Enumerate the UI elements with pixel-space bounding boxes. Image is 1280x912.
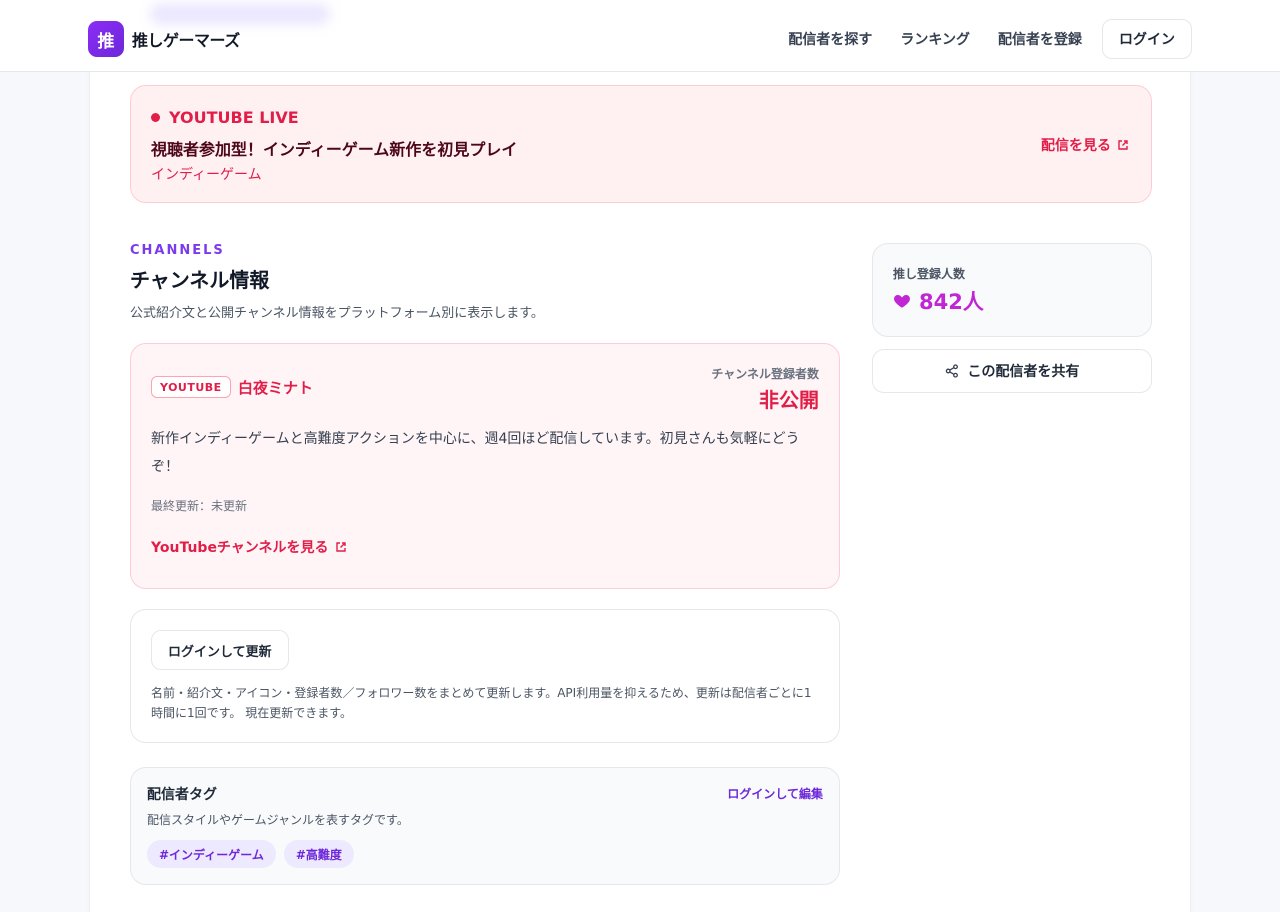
youtube-channel-card: YOUTUBE 白夜ミナト チャンネル登録者数 非公開 新作インディーゲームと高… [130, 343, 840, 589]
streamer-tags-card: 配信者タグ ログインして編集 配信スタイルやゲームジャンルを表すタグです。 #イ… [130, 767, 840, 885]
section-eyebrow: CHANNELS [130, 243, 225, 258]
external-link-icon [1118, 140, 1128, 150]
brand-name: 推しゲーマーズ [132, 31, 240, 50]
tags-title: 配信者タグ [147, 787, 217, 803]
streamer-detail-panel: YOUTUBE LIVE 視聴者参加型！インディーゲーム新作を初見プレイ インデ… [89, 72, 1191, 912]
section-title: チャンネル情報 [130, 268, 270, 292]
live-platform-label: YOUTUBE LIVE [169, 108, 299, 127]
live-banner: YOUTUBE LIVE 視聴者参加型！インディーゲーム新作を初見プレイ インデ… [130, 85, 1152, 203]
oshi-count-label: 推し登録人数 [893, 267, 966, 281]
share-streamer-button[interactable]: この配信者を共有 [872, 349, 1152, 393]
heart-icon [894, 295, 910, 308]
live-stream-genre: インディーゲーム [151, 167, 262, 183]
brand-logo-icon: 推 [88, 21, 124, 57]
platform-badge: YOUTUBE [151, 376, 231, 398]
live-badge: YOUTUBE LIVE [151, 108, 299, 127]
oshi-count-card: 推し登録人数 842人 [872, 243, 1152, 337]
channel-name: 白夜ミナト [238, 379, 314, 397]
login-button[interactable]: ログイン [1102, 19, 1192, 59]
nav-ranking[interactable]: ランキング [900, 29, 970, 49]
tag-list: #インディーゲーム #高難度 [147, 840, 362, 868]
oshi-count: 842人 [893, 286, 984, 316]
channel-description: 新作インディーゲームと高難度アクションを中心に、週4回ほど配信しています。初見さ… [151, 431, 800, 475]
login-to-edit-link[interactable]: ログインして編集 [727, 785, 823, 802]
brand-home-link[interactable]: 推 推しゲーマーズ [88, 21, 240, 57]
youtube-channel-link[interactable]: YouTubeチャンネルを見る [151, 537, 347, 557]
watch-stream-link[interactable]: 配信を見る [1041, 135, 1129, 155]
tag-chip[interactable]: #インディーゲーム [147, 840, 276, 868]
nav-register-streamer[interactable]: 配信者を登録 [998, 29, 1082, 49]
live-stream-title: 視聴者参加型！インディーゲーム新作を初見プレイ [151, 140, 518, 159]
refresh-note: 名前・紹介文・アイコン・登録者数／フォロワー数をまとめて更新します。API利用量… [151, 686, 812, 720]
youtube-channel-link-label: YouTubeチャンネルを見る [151, 540, 329, 556]
refresh-card: ログインして更新 名前・紹介文・アイコン・登録者数／フォロワー数をまとめて更新し… [130, 609, 840, 743]
tag-chip[interactable]: #高難度 [283, 840, 354, 868]
watch-stream-label: 配信を見る [1041, 138, 1111, 154]
share-icon [945, 364, 958, 378]
last-updated: 最終更新：未更新 [151, 499, 248, 513]
tags-description: 配信スタイルやゲームジャンルを表すタグです。 [147, 813, 409, 827]
live-dot-icon [151, 113, 160, 122]
external-link-icon [335, 542, 346, 552]
share-label: この配信者を共有 [967, 363, 1080, 379]
site-header: 推 推しゲーマーズ 配信者を探す ランキング 配信者を登録 ログイン [0, 0, 1280, 72]
section-description: 公式紹介文と公開チャンネル情報をプラットフォーム別に表示します。 [130, 306, 544, 321]
login-to-refresh-button[interactable]: ログインして更新 [151, 630, 289, 670]
main-nav: 配信者を探す ランキング 配信者を登録 ログイン [788, 19, 1192, 59]
subscribers-label: チャンネル登録者数 [711, 367, 819, 381]
oshi-count-value: 842人 [919, 290, 984, 314]
subscribers-value: 非公開 [759, 388, 819, 412]
nav-find-streamers[interactable]: 配信者を探す [788, 29, 872, 49]
